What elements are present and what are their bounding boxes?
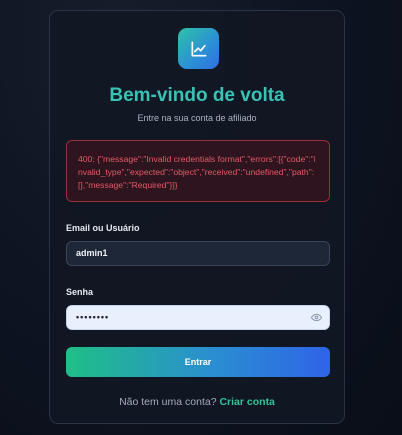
password-label: Senha <box>66 287 94 297</box>
password-value: •••••••• <box>76 312 110 322</box>
chart-line-icon <box>191 41 206 57</box>
page-subtitle: Entre na sua conta de afiliado <box>137 113 257 123</box>
username-input[interactable]: admin1 <box>66 241 330 266</box>
username-label: Email ou Usuário <box>66 223 140 233</box>
eye-icon[interactable] <box>311 313 322 322</box>
password-input[interactable]: •••••••• <box>66 305 330 330</box>
signup-prompt-text: Não tem uma conta? <box>119 396 217 408</box>
submit-button[interactable]: Entrar <box>66 347 330 377</box>
logo <box>178 28 219 69</box>
error-alert: 400: {"message":"Invalid credentials for… <box>66 140 330 202</box>
signup-prompt: Não tem uma conta? Criar conta <box>50 396 344 408</box>
signup-link[interactable]: Criar conta <box>219 396 274 408</box>
login-card: Bem-vindo de volta Entre na sua conta de… <box>49 10 345 424</box>
page-title: Bem-vindo de volta <box>109 85 285 106</box>
